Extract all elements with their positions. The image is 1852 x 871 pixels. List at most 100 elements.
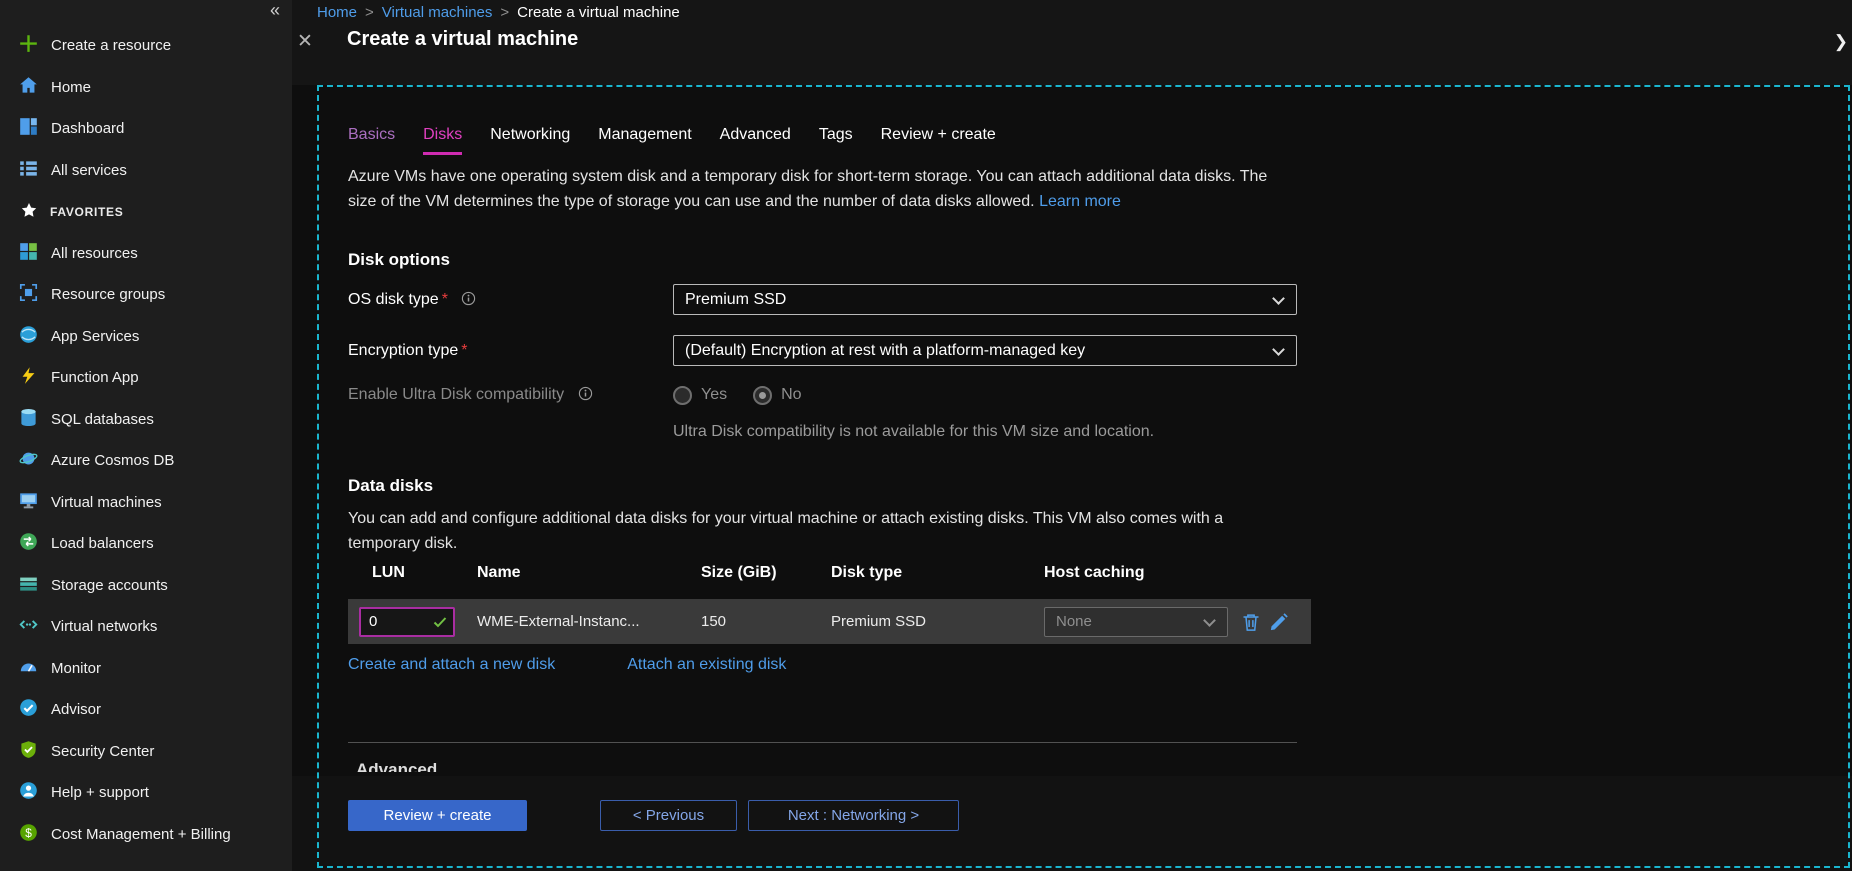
clipped-section-heading: Advanced [356, 760, 437, 772]
os-disk-type-select[interactable]: Premium SSD [673, 284, 1297, 315]
disks-intro-text: Azure VMs have one operating system disk… [348, 164, 1296, 214]
sidebar-item-virtual-machines[interactable]: Virtual machines [0, 482, 292, 524]
previous-button[interactable]: < Previous [600, 800, 737, 831]
sidebar-collapse-icon[interactable]: « [270, 0, 280, 21]
load-balancer-icon [19, 532, 38, 555]
radio-circle-selected-icon [753, 386, 772, 405]
sidebar-item-app-services[interactable]: App Services [0, 316, 292, 358]
ultra-disk-label: Enable Ultra Disk compatibility [348, 382, 593, 408]
tab-management[interactable]: Management [598, 126, 691, 155]
radio-label-yes: Yes [701, 386, 727, 404]
sidebar-item-label: Dashboard [51, 120, 124, 137]
resource-groups-icon [19, 283, 38, 306]
sidebar-item-all-resources[interactable]: All resources [0, 233, 292, 275]
home-icon [19, 76, 38, 99]
sidebar-item-resource-groups[interactable]: Resource groups [0, 274, 292, 316]
info-icon[interactable] [461, 286, 476, 301]
flyout-chevron-icon[interactable]: ❯ [1834, 32, 1848, 52]
data-disks-heading: Data disks [348, 476, 433, 496]
ultra-disk-radio-yes: Yes [673, 386, 727, 405]
breadcrumb: Home > Virtual machines > Create a virtu… [317, 4, 680, 21]
star-icon [19, 202, 37, 221]
tab-disks[interactable]: Disks [423, 126, 462, 155]
sidebar-item-sql-databases[interactable]: SQL databases [0, 399, 292, 441]
sidebar-item-function-app[interactable]: Function App [0, 357, 292, 399]
sidebar-item-azure-cosmos-db[interactable]: Azure Cosmos DB [0, 440, 292, 482]
attach-existing-disk-link[interactable]: Attach an existing disk [627, 656, 786, 674]
host-caching-select: None [1044, 607, 1228, 637]
page-title: Create a virtual machine [347, 28, 578, 51]
data-disks-table-header: LUN Name Size (GiB) Disk type Host cachi… [348, 564, 1311, 582]
sidebar-item-dashboard[interactable]: Dashboard [0, 108, 292, 150]
sidebar-item-all-services[interactable]: All services [0, 150, 292, 192]
gauge-icon [19, 657, 38, 680]
encryption-type-select[interactable]: (Default) Encryption at rest with a plat… [673, 335, 1297, 366]
sidebar-item-label: Cost Management + Billing [51, 826, 231, 843]
disk-options-heading: Disk options [348, 250, 450, 270]
sidebar-item-label: Load balancers [51, 535, 154, 552]
review-create-button[interactable]: Review + create [348, 800, 527, 831]
column-size: Size (GiB) [701, 564, 831, 582]
encryption-type-row: Encryption type* (Default) Encryption at… [348, 335, 1608, 367]
sidebar-item-storage-accounts[interactable]: Storage accounts [0, 565, 292, 607]
data-disk-table-row: 0 WME-External-Instanc... 150 Premium SS… [348, 599, 1311, 644]
sidebar: « Create a resource Home Dashboard All s… [0, 0, 292, 871]
grid-icon [19, 242, 38, 265]
sidebar-item-label: Advisor [51, 701, 101, 718]
breadcrumb-current: Create a virtual machine [517, 4, 680, 21]
column-lun: LUN [372, 564, 477, 582]
sidebar-item-label: Create a resource [51, 37, 171, 54]
close-icon[interactable]: ✕ [297, 30, 313, 53]
sidebar-item-label: All resources [51, 245, 138, 262]
lun-input[interactable]: 0 [359, 607, 455, 637]
intro-body: Azure VMs have one operating system disk… [348, 168, 1267, 210]
sidebar-item-label: SQL databases [51, 411, 154, 428]
tab-basics[interactable]: Basics [348, 126, 395, 155]
svg-text:$: $ [25, 826, 32, 840]
edit-disk-icon[interactable] [1269, 612, 1289, 632]
sidebar-item-security-center[interactable]: Security Center [0, 731, 292, 773]
virtual-machine-icon [19, 491, 38, 514]
sidebar-item-label: Storage accounts [51, 577, 168, 594]
valid-check-icon [432, 614, 448, 630]
chevron-down-icon [1203, 614, 1216, 627]
sidebar-item-load-balancers[interactable]: Load balancers [0, 523, 292, 565]
create-attach-new-disk-link[interactable]: Create and attach a new disk [348, 656, 555, 674]
sidebar-item-label: Help + support [51, 784, 149, 801]
sidebar-item-cost-management-billing[interactable]: $ Cost Management + Billing [0, 814, 292, 856]
lightning-icon [19, 366, 38, 389]
sidebar-item-virtual-networks[interactable]: Virtual networks [0, 606, 292, 648]
os-disk-type-value: Premium SSD [685, 291, 786, 309]
lun-value: 0 [369, 613, 377, 630]
database-icon [19, 408, 38, 431]
ultra-disk-row: Enable Ultra Disk compatibility Yes No [348, 382, 1608, 408]
tab-networking[interactable]: Networking [490, 126, 570, 155]
sidebar-item-label: Security Center [51, 743, 154, 760]
breadcrumb-link-virtual-machines[interactable]: Virtual machines [382, 4, 493, 21]
app-services-icon [19, 325, 38, 348]
tab-advanced[interactable]: Advanced [720, 126, 791, 155]
disk-size-cell: 150 [701, 613, 831, 630]
delete-disk-icon[interactable] [1241, 612, 1261, 632]
breadcrumb-link-home[interactable]: Home [317, 4, 357, 21]
sidebar-item-create-a-resource[interactable]: Create a resource [0, 25, 292, 67]
data-disk-actions: Create and attach a new disk Attach an e… [348, 656, 786, 674]
sidebar-item-help-support[interactable]: Help + support [0, 772, 292, 814]
sidebar-item-label: Home [51, 79, 91, 96]
tab-tags[interactable]: Tags [819, 126, 853, 155]
info-icon[interactable] [578, 384, 593, 399]
encryption-type-value: (Default) Encryption at rest with a plat… [685, 342, 1085, 360]
column-name: Name [477, 564, 701, 582]
chevron-down-icon [1272, 343, 1285, 356]
chevron-down-icon [1272, 292, 1285, 305]
sidebar-item-advisor[interactable]: Advisor [0, 689, 292, 731]
ultra-disk-radio-no: No [753, 386, 801, 405]
shield-icon [19, 740, 38, 763]
tab-review-create[interactable]: Review + create [881, 126, 996, 155]
disk-name-cell: WME-External-Instanc... [477, 613, 701, 630]
sidebar-item-home[interactable]: Home [0, 67, 292, 109]
sidebar-item-monitor[interactable]: Monitor [0, 648, 292, 690]
next-networking-button[interactable]: Next : Networking > [748, 800, 959, 831]
sidebar-item-label: Azure Cosmos DB [51, 452, 174, 469]
learn-more-link[interactable]: Learn more [1039, 193, 1121, 210]
